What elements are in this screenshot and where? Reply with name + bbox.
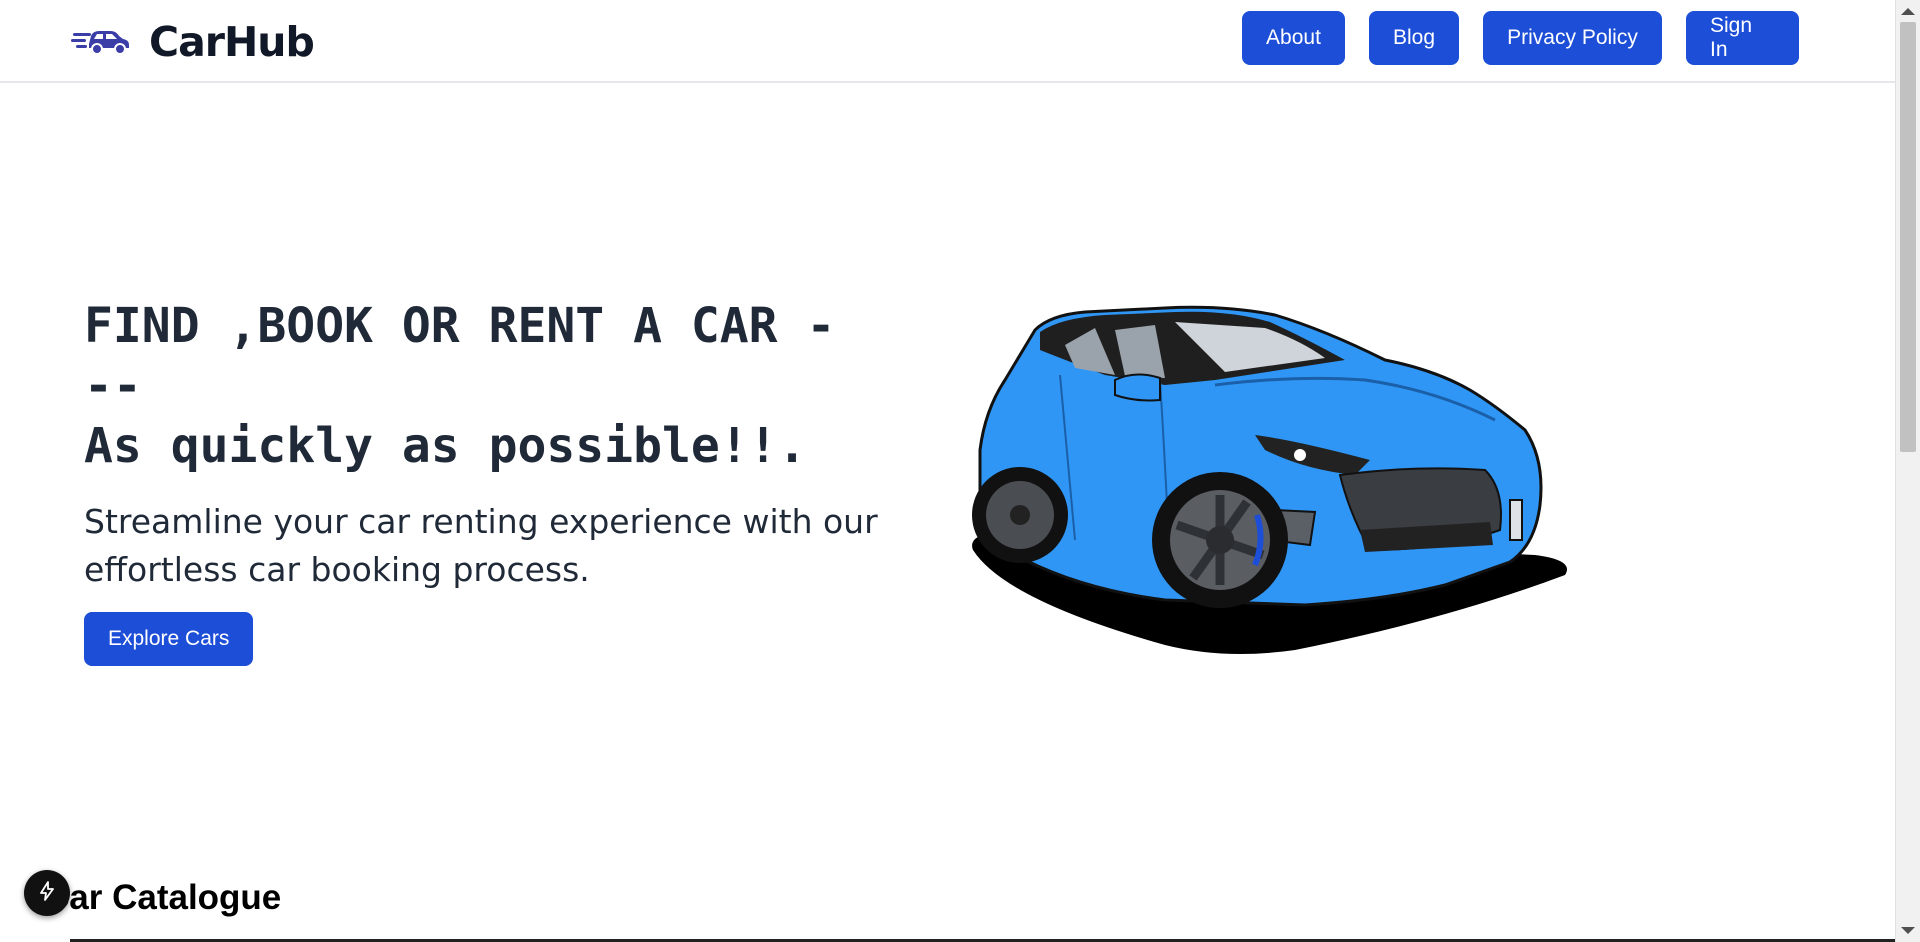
explore-cars-button[interactable]: Explore Cars	[84, 612, 254, 666]
hero-title-line1: FIND ,BOOK OR RENT A CAR - --	[84, 298, 836, 414]
scrollbar-thumb[interactable]	[1900, 22, 1916, 452]
blog-button[interactable]: Blog	[1369, 11, 1459, 65]
hero-title-line2: As quickly as possible!!.	[84, 418, 807, 474]
hero-subtitle: Streamline your car renting experience w…	[84, 502, 878, 589]
lightning-icon	[36, 880, 58, 907]
page-scrollbar[interactable]	[1895, 0, 1920, 942]
about-button[interactable]: About	[1242, 11, 1345, 65]
catalogue-title: Car Catalogue	[44, 878, 282, 917]
brand-name: CarHub	[149, 18, 315, 66]
hero-car-image	[965, 300, 1585, 675]
dev-tools-badge[interactable]	[24, 870, 70, 916]
car-speed-icon	[71, 24, 131, 61]
privacy-policy-button[interactable]: Privacy Policy	[1483, 11, 1662, 65]
hero-title: FIND ,BOOK OR RENT A CAR - -- As quickly…	[84, 296, 874, 476]
nav-buttons: About Blog Privacy Policy Sign In	[1242, 11, 1799, 65]
brand-logo[interactable]: CarHub	[71, 18, 315, 66]
scroll-up-arrow-icon[interactable]	[1901, 8, 1915, 15]
sign-in-button[interactable]: Sign In	[1686, 11, 1799, 65]
scroll-down-arrow-icon[interactable]	[1901, 927, 1915, 934]
navbar: CarHub About Blog Privacy Policy Sign In	[0, 0, 1895, 83]
